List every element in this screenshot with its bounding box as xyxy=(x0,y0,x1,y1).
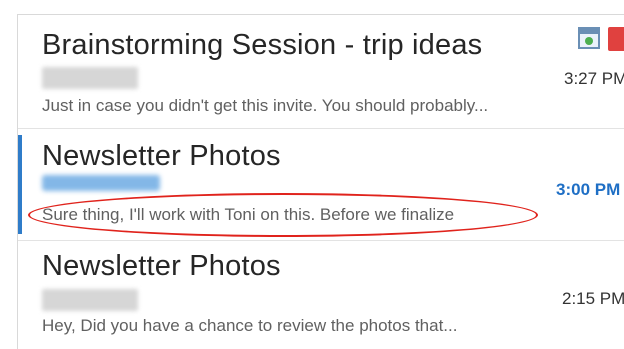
message-preview: Hey, Did you have a chance to review the… xyxy=(42,316,458,335)
sender-name-redacted xyxy=(42,67,138,89)
selection-indicator xyxy=(18,135,22,234)
message-time: 3:27 PM xyxy=(564,69,624,88)
message-preview: Just in case you didn't get this invite.… xyxy=(42,96,489,115)
message-item-newsletter-selected[interactable]: Newsletter Photos 3:00 PM Sure thing, I'… xyxy=(18,129,624,241)
sender-name-redacted xyxy=(42,175,160,191)
message-subject: Brainstorming Session - trip ideas xyxy=(42,29,483,61)
message-preview: Sure thing, I'll work with Toni on this.… xyxy=(42,205,455,224)
message-list-pane: Brainstorming Session - trip ideas 3:27 … xyxy=(0,0,624,349)
sender-name-redacted xyxy=(42,289,138,311)
message-subject: Newsletter Photos xyxy=(42,140,281,172)
message-subject: Newsletter Photos xyxy=(42,250,281,282)
delete-icon[interactable] xyxy=(608,27,624,51)
message-time: 3:00 PM xyxy=(556,180,621,199)
message-time: 2:15 PM xyxy=(562,289,624,308)
message-item-brainstorming[interactable]: Brainstorming Session - trip ideas 3:27 … xyxy=(18,15,624,129)
message-item-newsletter[interactable]: Newsletter Photos 2:15 PM Hey, Did you h… xyxy=(18,241,624,349)
calendar-invite-icon xyxy=(578,27,600,49)
